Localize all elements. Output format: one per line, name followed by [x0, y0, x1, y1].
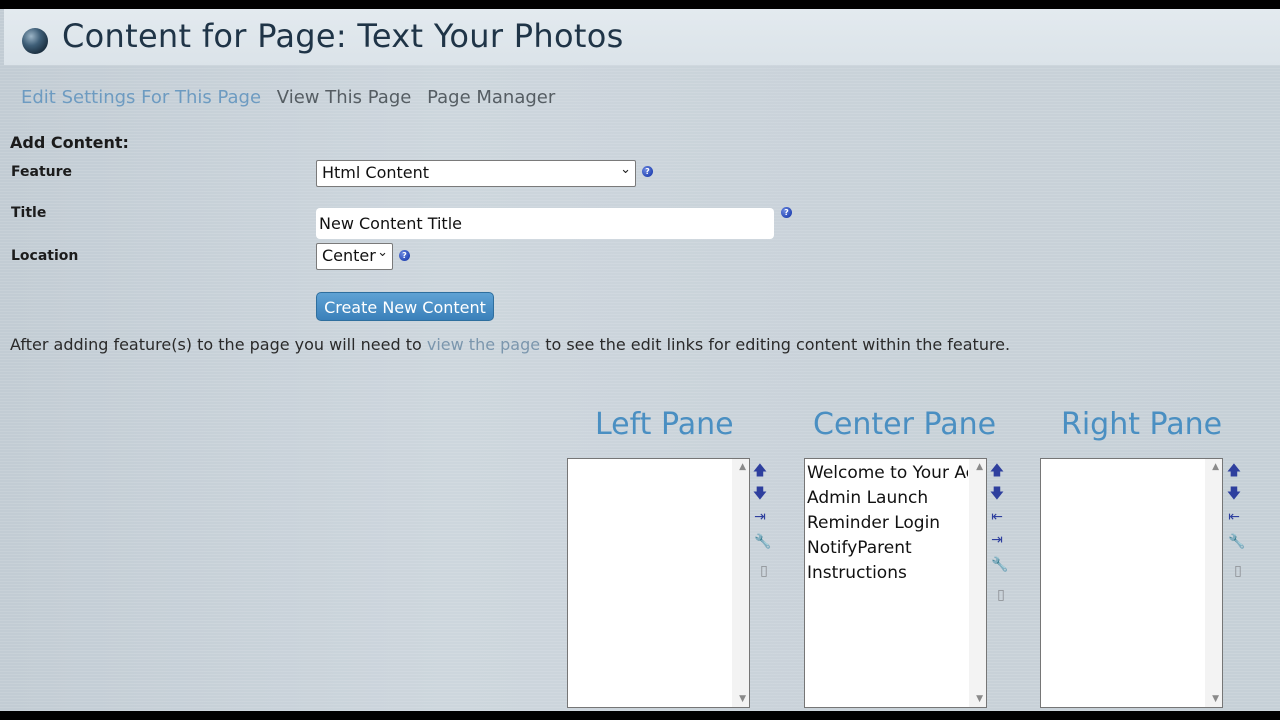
chevron-down-icon: ⌄ [620, 162, 631, 177]
move-to-left-pane-icon[interactable]: ⇤ [989, 510, 1005, 524]
scroll-up-icon[interactable]: ▲ [976, 462, 983, 472]
title-bar: Content for Page: Text Your Photos [4, 9, 1280, 65]
view-page-link[interactable]: View This Page [277, 87, 412, 108]
left-pane-list[interactable]: ▲ ▼ [567, 458, 750, 708]
info-text-after: to see the edit links for editing conten… [540, 335, 1011, 354]
wrench-icon[interactable]: 🔧 [991, 558, 1008, 572]
page-manager-link[interactable]: Page Manager [427, 87, 555, 108]
edit-settings-link[interactable]: Edit Settings For This Page [21, 87, 261, 108]
feature-help-icon[interactable]: ? [642, 166, 653, 177]
location-select[interactable]: Center ⌄ [316, 243, 393, 270]
list-item[interactable]: NotifyParent [807, 536, 968, 561]
page-nav: Edit Settings For This Page View This Pa… [21, 87, 565, 108]
center-pane-items: Welcome to Your Acc Admin Launch Reminde… [807, 461, 968, 586]
trash-icon[interactable]: ▯ [756, 564, 772, 578]
trash-icon[interactable]: ▯ [1230, 564, 1246, 578]
trash-icon[interactable]: ▯ [993, 588, 1009, 602]
left-pane-heading: Left Pane [595, 407, 734, 442]
arrow-down-icon[interactable]: 🡇 [989, 487, 1005, 501]
move-to-right-pane-icon[interactable]: ⇥ [752, 510, 768, 524]
right-pane-list[interactable]: ▲ ▼ [1040, 458, 1223, 708]
arrow-up-icon[interactable]: 🡅 [989, 464, 1005, 478]
arrow-up-icon[interactable]: 🡅 [752, 464, 768, 478]
page-frame: Content for Page: Text Your Photos Edit … [0, 9, 1280, 711]
wrench-icon[interactable]: 🔧 [1228, 535, 1245, 549]
scrollbar[interactable]: ▲ ▼ [732, 459, 749, 707]
scrollbar[interactable]: ▲ ▼ [1205, 459, 1222, 707]
title-input[interactable]: New Content Title [316, 208, 774, 239]
title-help-icon[interactable]: ? [781, 207, 792, 218]
center-pane-list[interactable]: Welcome to Your Acc Admin Launch Reminde… [804, 458, 987, 708]
scroll-up-icon[interactable]: ▲ [739, 462, 746, 472]
feature-label: Feature [11, 164, 72, 180]
list-item[interactable]: Welcome to Your Acc [807, 461, 968, 486]
feature-select-value: Html Content [322, 163, 430, 182]
wrench-icon[interactable]: 🔧 [754, 535, 771, 549]
move-to-right-pane-icon[interactable]: ⇥ [989, 533, 1005, 547]
center-pane-heading: Center Pane [813, 407, 997, 442]
create-new-content-button[interactable]: Create New Content [316, 292, 494, 321]
list-item[interactable]: Admin Launch [807, 486, 968, 511]
chevron-down-icon: ⌄ [377, 245, 388, 260]
globe-bullet-icon [22, 28, 48, 54]
arrow-up-icon[interactable]: 🡅 [1226, 464, 1242, 478]
scroll-down-icon[interactable]: ▼ [739, 694, 746, 704]
list-item[interactable]: Reminder Login [807, 511, 968, 536]
scroll-up-icon[interactable]: ▲ [1212, 462, 1219, 472]
page-title: Content for Page: Text Your Photos [62, 17, 624, 55]
scroll-down-icon[interactable]: ▼ [1212, 694, 1219, 704]
info-text-before: After adding feature(s) to the page you … [10, 335, 427, 354]
scrollbar[interactable]: ▲ ▼ [969, 459, 986, 707]
info-text: After adding feature(s) to the page you … [10, 335, 1010, 354]
add-content-label: Add Content: [10, 133, 129, 152]
arrow-down-icon[interactable]: 🡇 [752, 487, 768, 501]
scroll-down-icon[interactable]: ▼ [976, 694, 983, 704]
location-select-value: Center [322, 246, 376, 265]
move-to-left-pane-icon[interactable]: ⇤ [1226, 510, 1242, 524]
location-label: Location [11, 248, 79, 264]
right-pane-heading: Right Pane [1061, 407, 1223, 442]
view-the-page-link[interactable]: view the page [427, 335, 540, 354]
list-item[interactable]: Instructions [807, 561, 968, 586]
title-label: Title [11, 205, 47, 221]
arrow-down-icon[interactable]: 🡇 [1226, 487, 1242, 501]
location-help-icon[interactable]: ? [399, 250, 410, 261]
feature-select[interactable]: Html Content ⌄ [316, 160, 636, 187]
